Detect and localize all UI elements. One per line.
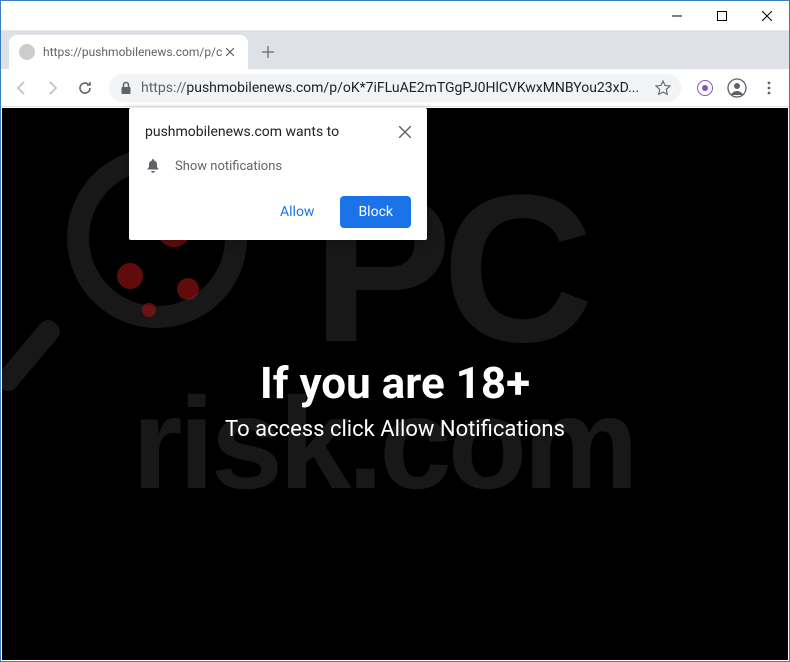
page-subline: To access click Allow Notifications — [225, 417, 565, 442]
tab-title: https://pushmobilenews.com/p/c — [43, 45, 222, 59]
tab-favicon — [19, 44, 35, 60]
minimize-icon — [672, 11, 682, 21]
arrow-right-icon — [45, 80, 61, 96]
maximize-icon — [717, 11, 727, 21]
browser-window: https://pushmobilenews.com/p/c https://p… — [0, 0, 790, 662]
back-button — [7, 74, 35, 102]
reload-button[interactable] — [71, 74, 99, 102]
window-minimize-button[interactable] — [654, 1, 699, 30]
kebab-icon — [762, 81, 776, 95]
permission-option-label: Show notifications — [175, 159, 282, 174]
arrow-left-icon — [13, 80, 29, 96]
reload-icon — [77, 80, 93, 96]
allow-button[interactable]: Allow — [262, 196, 332, 228]
bookmark-star-icon[interactable] — [655, 80, 671, 96]
menu-button[interactable] — [755, 74, 783, 102]
extension-icon — [697, 80, 713, 96]
lock-icon — [119, 81, 133, 95]
profile-button[interactable] — [723, 74, 751, 102]
page-headline: If you are 18+ — [260, 357, 530, 409]
close-icon — [762, 11, 772, 21]
address-bar[interactable]: https://pushmobilenews.com/p/oK*7iFLuAE2… — [109, 74, 681, 102]
extension-button[interactable] — [691, 74, 719, 102]
url-text: https://pushmobilenews.com/p/oK*7iFLuAE2… — [141, 80, 647, 96]
plus-icon — [262, 46, 274, 58]
browser-toolbar: https://pushmobilenews.com/p/oK*7iFLuAE2… — [1, 69, 789, 107]
window-maximize-button[interactable] — [699, 1, 744, 30]
tab-strip: https://pushmobilenews.com/p/c — [1, 31, 789, 69]
avatar-icon — [727, 78, 747, 98]
window-close-button[interactable] — [744, 1, 789, 30]
close-icon — [226, 48, 234, 56]
new-tab-button[interactable] — [254, 38, 282, 66]
browser-tab[interactable]: https://pushmobilenews.com/p/c — [9, 35, 248, 69]
window-titlebar — [1, 1, 789, 31]
forward-button — [39, 74, 67, 102]
block-button[interactable]: Block — [340, 196, 411, 228]
permission-title: pushmobilenews.com wants to — [145, 124, 339, 140]
permission-close-button[interactable] — [399, 126, 411, 138]
notification-permission-prompt: pushmobilenews.com wants to Show notific… — [129, 108, 427, 240]
tab-close-button[interactable] — [222, 44, 238, 60]
bell-icon — [145, 158, 161, 174]
